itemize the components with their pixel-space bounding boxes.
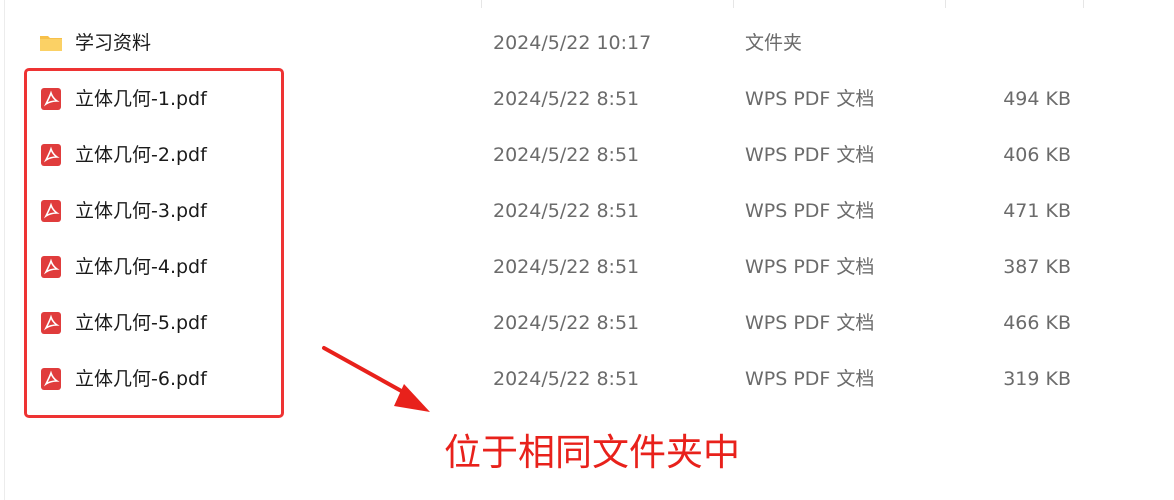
file-type: WPS PDF 文档: [745, 312, 875, 334]
file-type: 文件夹: [745, 32, 803, 54]
file-type: WPS PDF 文档: [745, 200, 875, 222]
file-type: WPS PDF 文档: [745, 368, 875, 390]
file-size: 387 KB: [1003, 256, 1071, 278]
file-type: WPS PDF 文档: [745, 256, 875, 278]
file-row-folder[interactable]: 学习资料 2024/5/22 10:17 文件夹: [5, 15, 1174, 71]
file-type: WPS PDF 文档: [745, 144, 875, 166]
file-name: 学习资料: [75, 32, 152, 54]
file-date: 2024/5/22 8:51: [493, 200, 640, 222]
file-size: [945, 15, 1071, 71]
arrow-icon: [322, 346, 430, 412]
file-size: 319 KB: [1003, 368, 1071, 390]
file-date: 2024/5/22 8:51: [493, 256, 640, 278]
file-size: 471 KB: [1003, 200, 1071, 222]
file-type: WPS PDF 文档: [745, 88, 875, 110]
file-date: 2024/5/22 8:51: [493, 88, 640, 110]
highlight-box: [24, 68, 284, 418]
column-divider[interactable]: [733, 0, 734, 8]
file-date: 2024/5/22 8:51: [493, 368, 640, 390]
column-divider[interactable]: [1083, 0, 1084, 8]
file-date: 2024/5/22 10:17: [493, 32, 652, 54]
file-size: 494 KB: [1003, 88, 1071, 110]
file-date: 2024/5/22 8:51: [493, 312, 640, 334]
column-divider[interactable]: [481, 0, 482, 8]
folder-icon: [40, 36, 62, 51]
annotation-text: 位于相同文件夹中: [444, 431, 740, 474]
column-divider[interactable]: [945, 0, 946, 8]
file-size: 406 KB: [1003, 144, 1071, 166]
file-date: 2024/5/22 8:51: [493, 144, 640, 166]
file-size: 466 KB: [1003, 312, 1071, 334]
